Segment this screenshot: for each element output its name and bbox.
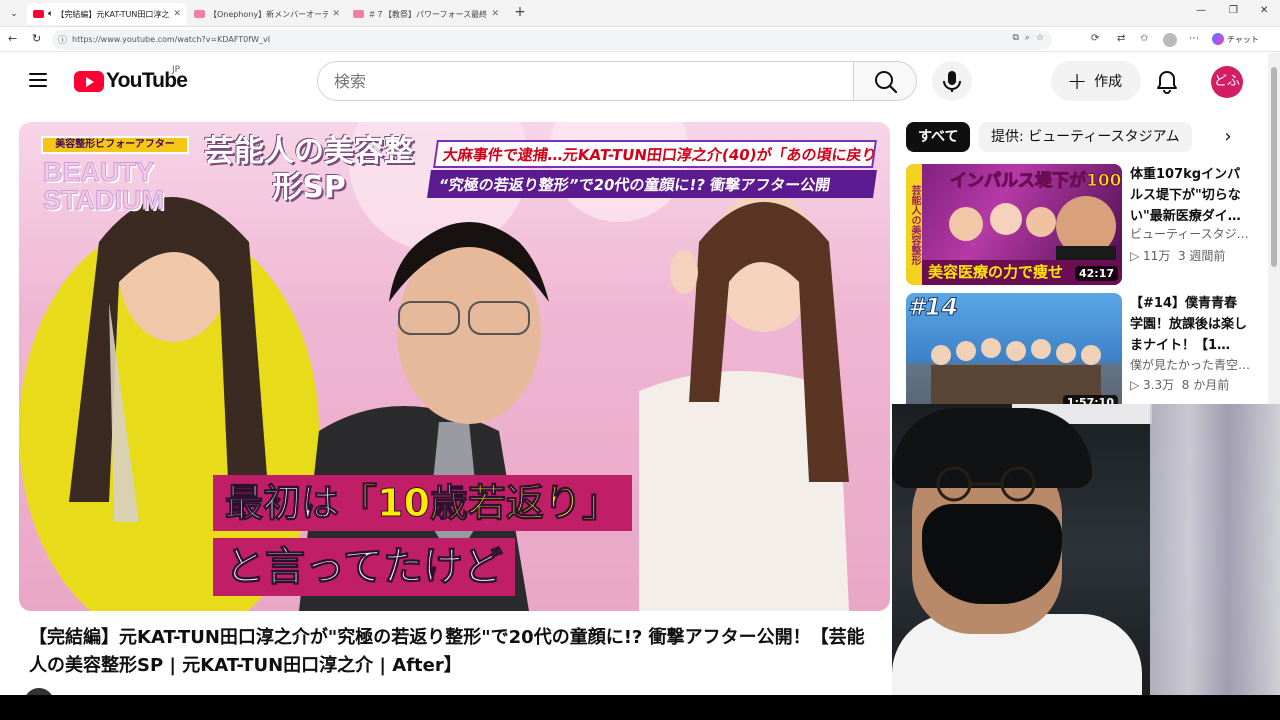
show-badge: 美容整形ビフォーアフター xyxy=(41,136,189,154)
reload-icon[interactable]: ↻ xyxy=(32,32,41,45)
copilot-icon xyxy=(1212,33,1224,45)
video-thumbnail[interactable]: #14 1:57:10 xyxy=(906,293,1122,414)
url-text[interactable]: https://www.youtube.com/watch?v=KDAFT0fW… xyxy=(72,35,270,44)
video-thumbnail[interactable]: 芸能人の美容整形 インパルス堤下が100kgを超え… 美容医療の力で痩せ 42:… xyxy=(906,164,1122,285)
minimize-icon[interactable]: — xyxy=(1196,5,1206,16)
browser-address-row: ← ↻ ⓘ https://www.youtube.com/watch?v=KD… xyxy=(0,28,1280,52)
tab-list-chevron-icon[interactable]: ⌄ xyxy=(6,6,22,22)
webcam-overlay xyxy=(892,404,1280,695)
microphone-icon xyxy=(943,71,961,92)
headline-banner-2: “究極の若返り整形”で20代の童顔に!? 衝撃アフター公開 xyxy=(427,170,877,198)
video-title: 【完結編】元KAT-TUN田口淳之介が"究極の若返り整形"で20代の童顔に!? … xyxy=(29,627,865,676)
play-count-icon: ▷ xyxy=(1130,378,1144,392)
channel-avatar[interactable] xyxy=(24,688,54,695)
restore-icon[interactable]: ❐ xyxy=(1229,5,1238,16)
browser-viewport: ⌄ 🔈︎ 【完結編】元KAT-TUN田口淳之 ✕ 【Onephony】新メンバー… xyxy=(0,0,1280,695)
voice-search-button[interactable] xyxy=(932,61,972,101)
plus-icon: + xyxy=(1067,67,1088,95)
back-arrow-icon[interactable]: ← xyxy=(8,32,17,45)
recommendation-meta: ▷ 3.3万 8 か月前 xyxy=(1130,378,1230,392)
recommendation-item[interactable]: #14 1:57:10 【#14】僕青青春学園！放課後は楽しまナイト！【1… 僕… xyxy=(906,293,1254,415)
tab-favicon-icon xyxy=(194,10,205,18)
recommendation-item[interactable]: 芸能人の美容整形 インパルス堤下が100kgを超え… 美容医療の力で痩せ 42:… xyxy=(906,164,1254,286)
youtube-header: YouTube JP + 作成 xyxy=(0,53,1268,111)
zoom-icon[interactable]: ⌕ xyxy=(1025,33,1030,43)
favorite-star-icon[interactable]: ☆ xyxy=(1036,33,1044,43)
browser-tab-2[interactable]: 【Onephony】新メンバーオーディション ✕ xyxy=(188,3,346,25)
show-brand: BEAUTY STADIUM xyxy=(43,157,165,215)
scrollbar-thumb[interactable] xyxy=(1271,67,1277,267)
favorites-icon[interactable]: ✩ xyxy=(1140,33,1148,44)
recommendation-channel[interactable]: 僕が見たかった青空… xyxy=(1130,356,1252,373)
search-button[interactable] xyxy=(853,61,917,101)
person-glasses xyxy=(936,466,1036,502)
search-input[interactable] xyxy=(318,62,853,100)
extensions-icon[interactable]: ⟳ xyxy=(1091,33,1099,44)
more-menu-icon[interactable]: ⋯ xyxy=(1189,33,1199,44)
video-duration: 42:17 xyxy=(1074,266,1118,281)
account-avatar[interactable]: どふ xyxy=(1211,66,1243,98)
recommendation-title[interactable]: 体重107kgインパルス堤下が"切らない"最新医療ダイ… xyxy=(1130,164,1248,227)
close-tab-icon[interactable]: ✕ xyxy=(332,9,340,19)
headline-banner: 大麻事件で逮捕…元KAT-TUN田口淳之介(40)が「あの頃に戻りたい」 xyxy=(433,140,877,168)
speaker-icon[interactable]: 🔈︎ xyxy=(48,9,53,19)
play-count-icon: ▷ xyxy=(1130,249,1144,263)
search-icon xyxy=(875,71,898,94)
video-player[interactable]: 美容整形ビフォーアフター BEAUTY STADIUM 芸能人の美容整形SP 大… xyxy=(19,122,890,611)
youtube-logo[interactable]: YouTube JP xyxy=(74,65,188,93)
close-window-icon[interactable]: ✕ xyxy=(1260,5,1268,16)
background-curtain xyxy=(1150,404,1280,695)
site-info-icon[interactable]: ⓘ xyxy=(58,33,67,46)
split-screen-icon[interactable]: ⇄ xyxy=(1117,33,1125,44)
browser-tab-active[interactable]: 🔈︎ 【完結編】元KAT-TUN田口淳之 ✕ xyxy=(27,3,187,25)
create-button[interactable]: + 作成 xyxy=(1051,61,1141,101)
youtube-favicon-icon xyxy=(33,10,44,18)
bell-icon xyxy=(1157,71,1177,94)
chevron-right-icon[interactable]: › xyxy=(1216,126,1240,150)
subtitle-line-2: と言ってたけど xyxy=(213,538,515,596)
show-title: 芸能人の美容整形SP xyxy=(204,134,414,205)
country-code: JP xyxy=(172,65,181,75)
chip-provider[interactable]: 提供: ビューティースタジアム xyxy=(979,122,1192,152)
recommendation-channel[interactable]: ビューティースタジ… xyxy=(1130,225,1252,242)
close-tab-icon[interactable]: ✕ xyxy=(173,9,181,19)
copilot-chat-button[interactable]: チャット xyxy=(1212,33,1259,45)
tab-favicon-icon xyxy=(353,10,364,18)
youtube-play-logo-icon xyxy=(74,70,104,92)
new-tab-plus-icon[interactable]: + xyxy=(512,4,528,20)
search-box[interactable] xyxy=(317,61,854,101)
browser-profile-avatar[interactable] xyxy=(1163,33,1177,47)
subtitle-line-1: 最初は「10歳若返り」 xyxy=(213,475,632,531)
notifications-button[interactable] xyxy=(1154,69,1180,95)
recommendation-meta: ▷ 11万 3 週間前 xyxy=(1130,249,1226,263)
recommendation-filter-chips: すべて 提供: ビューティースタジアム › xyxy=(906,122,1246,154)
browser-tab-bar: ⌄ 🔈︎ 【完結編】元KAT-TUN田口淳之 ✕ 【Onephony】新メンバー… xyxy=(0,0,1280,27)
chip-all[interactable]: すべて xyxy=(906,122,971,152)
close-tab-icon[interactable]: ✕ xyxy=(491,9,499,19)
browser-tab-3[interactable]: ＃７【教祭】パワーフォース最終決戦！ ✕ xyxy=(347,3,505,25)
person-face-mask xyxy=(922,504,1062,604)
address-bar[interactable]: ⓘ https://www.youtube.com/watch?v=KDAFT0… xyxy=(52,30,1052,50)
hamburger-menu-icon[interactable] xyxy=(29,73,47,87)
app-available-icon[interactable]: ⧉ xyxy=(1012,33,1018,43)
recommendation-title[interactable]: 【#14】僕青青春学園！放課後は楽しまナイト！【1… xyxy=(1130,293,1248,356)
